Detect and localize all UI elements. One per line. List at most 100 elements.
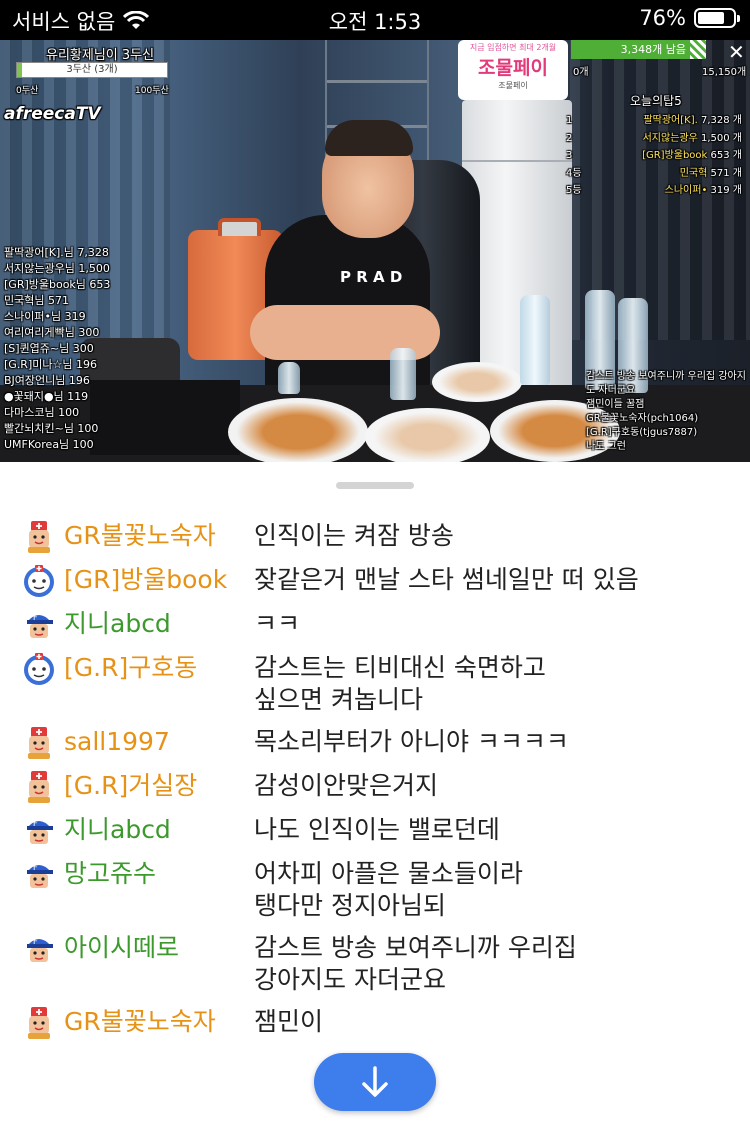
chat-message[interactable]: GR불꽃노숙자 인직이는 켜잠 방송 (0, 510, 750, 554)
today-rank-row: 5등 스나이퍼• 319 개 (566, 182, 742, 200)
today-rank: 2 (566, 132, 573, 144)
fan-badge-icon (22, 726, 56, 760)
today-rank-name: 팔딱광어[K]. (643, 115, 701, 126)
fan-badge-icon (22, 520, 56, 554)
goal-bar-text: 3두산 (3개) (66, 64, 118, 75)
today-rank-row: 1 팔딱광어[K]. 7,328 개 (566, 112, 742, 130)
chat-message[interactable]: F 지니abcd 나도 인직이는 밸로던데 (0, 804, 750, 848)
count-min: 0개 (573, 67, 589, 78)
count-max: 15,150개 (702, 67, 747, 78)
today-rank-row: 2 서지않는광우 1,500 개 (566, 130, 742, 148)
chat-nickname[interactable]: 망고쥬수 (64, 858, 254, 890)
chat-text: 잼민이 (254, 1007, 324, 1036)
rank-entry: [GR]방울book님 653 (4, 278, 111, 291)
remaining-count-bar: 3,348개 남음 (571, 40, 706, 59)
scroll-to-bottom-button[interactable] (314, 1053, 436, 1111)
chat-text: 인직이는 켜잠 방송 (254, 521, 454, 550)
chat-text: 목소리부터가 아니야 ㅋㅋㅋㅋ (254, 727, 569, 756)
rank-entry: ●꽃돼지●님 119 (4, 390, 89, 403)
chat-nickname[interactable]: [G.R]구호동 (64, 652, 254, 684)
chat-nickname[interactable]: [G.R]거실장 (64, 770, 254, 802)
today-top5-list: 1 팔딱광어[K]. 7,328 개 2 서지않는광우 1,500 개 3 [GR]방울b… (566, 112, 742, 200)
svg-text:F: F (33, 613, 38, 622)
cap-avatar-icon: F (22, 932, 56, 966)
food-plate (365, 408, 490, 462)
chat-nickname[interactable]: 아이시떼로 (64, 932, 254, 964)
goal-max: 100두산 (135, 86, 169, 96)
promo-sub: 조물페이 (498, 81, 528, 90)
chat-nickname[interactable]: [GR]방울book (64, 564, 254, 596)
goal-min: 0두산 (16, 86, 39, 96)
live-video-player[interactable]: P R A D 유리황제님이 3두신 3두산 (3개) 0두산 100두산 af… (0, 40, 750, 462)
promo-title: 조물페이 (478, 57, 548, 79)
clock: 오전 1:53 (328, 10, 422, 34)
today-rank-name: 스나이퍼• (664, 185, 711, 196)
overlay-chat-line: GR불꽃노숙자(pch1064) (586, 413, 699, 424)
clock-badge-icon (22, 652, 56, 686)
goal-progress-bar: 3두산 (3개) (16, 62, 168, 78)
chat-text: 감스트 방송 보여주니까 우리집 강아지도 자더군요 (254, 933, 577, 994)
overlay-chat-line: 감스트 방송 보여주니까 우리집 강아지도 자더군요 (586, 371, 746, 396)
chat-text: 나도 인직이는 밸로던데 (254, 815, 500, 844)
streamer-hair (325, 120, 413, 156)
chat-list[interactable]: GR불꽃노숙자 인직이는 켜잠 방송 [GR]방울book 잦같은거 맨날 스타 썸네… (0, 510, 750, 1040)
afreecatv-logo: afreecaTV (4, 104, 101, 124)
overlay-chat: 감스트 방송 보여주니까 우리집 강아지도 자더군요잼민이들 꿀잼 GR불꽃노숙자… (586, 370, 746, 454)
rank-entry: [G.R]미나☆님 196 (4, 358, 97, 371)
svg-text:F: F (33, 863, 38, 872)
chat-text: 감스트는 티비대신 숙면하고 싶으면 켜놉니다 (254, 653, 546, 714)
today-rank-value: 7,328 개 (700, 115, 742, 126)
rank-entry: 여리여리게빡님 300 (4, 326, 100, 339)
overlay-chat-line: [G.R]구호동(tjgus7887) (586, 427, 698, 438)
clock-badge-icon (22, 564, 56, 598)
battery-percent: 76% (639, 6, 686, 30)
glass (390, 348, 416, 400)
chat-message[interactable]: [G.R]거실장 감성이안맞은거지 (0, 760, 750, 804)
today-rank: 4등 (566, 167, 582, 179)
chat-nickname[interactable]: sall1997 (64, 726, 254, 758)
food-bowl (432, 362, 522, 402)
rank-entry: 다마스코님 100 (4, 406, 80, 419)
chat-nickname[interactable]: 지니abcd (64, 814, 254, 846)
rank-entry: BJ여장언니님 196 (4, 374, 90, 387)
today-rank: 5등 (566, 185, 582, 196)
cap-avatar-icon: F (22, 608, 56, 642)
chat-message[interactable]: F 지니abcd ㅋㅋ (0, 598, 750, 642)
rank-entry: [S]퀸엽쥬~님 300 (4, 342, 94, 355)
chat-message[interactable]: [G.R]구호동 감스트는 티비대신 숙면하고 싶으면 켜놉니다 (0, 642, 750, 716)
battery-icon (694, 8, 740, 28)
cap-avatar-icon: F (22, 858, 56, 892)
chat-message[interactable]: F 아이시떼로 감스트 방송 보여주니까 우리집 강아지도 자더군요 (0, 922, 750, 996)
rank-entry: 스나이퍼•님 319 (4, 310, 86, 323)
glass (278, 362, 300, 394)
chat-message[interactable]: GR불꽃노숙자 잼민이 (0, 996, 750, 1040)
rank-entry: 민국혁님 571 (4, 294, 69, 307)
promo-banner: 지금 입점하면 최대 2개월 조물페이 조물페이 (458, 40, 568, 100)
today-rank-value: 571 개 (710, 167, 742, 179)
today-rank: 1 (566, 115, 573, 126)
today-top5-title: 오늘의탑5 (630, 94, 682, 108)
today-rank-value: 319 개 (710, 185, 742, 196)
arrow-down-icon (362, 1066, 388, 1097)
chat-text: ㅋㅋ (254, 609, 301, 638)
chat-message[interactable]: sall1997 목소리부터가 아니야 ㅋㅋㅋㅋ (0, 716, 750, 760)
close-icon[interactable]: ✕ (728, 40, 745, 64)
svg-text:F: F (33, 819, 38, 828)
chat-nickname[interactable]: GR불꽃노숙자 (64, 520, 254, 552)
chat-nickname[interactable]: GR불꽃노숙자 (64, 1006, 254, 1038)
battery-area: 76% (639, 6, 740, 30)
chat-nickname[interactable]: 지니abcd (64, 608, 254, 640)
today-rank-name: [GR]방울book (642, 150, 711, 161)
chat-message[interactable]: [GR]방울book 잦같은거 맨날 스타 썸네일만 떠 있음 (0, 554, 750, 598)
left-rank-list: 팔딱광어[K].님 7,328 서지않는광우님 1,500 [GR]방울book님 … (4, 245, 110, 453)
today-rank-row: 4등 민국혁 571 개 (566, 165, 742, 183)
today-rank-row: 3 [GR]방울book 653 개 (566, 147, 742, 165)
today-rank-name: 민국혁 (679, 167, 711, 179)
overlay-chat-line: 잼민이들 꿀잼 (586, 399, 645, 410)
drag-handle[interactable] (336, 482, 414, 489)
chat-message[interactable]: F 망고쥬수 어차피 아플은 물소들이라 탱다만 정지아님되 (0, 848, 750, 922)
rank-entry: UMFKorea님 100 (4, 438, 94, 451)
fan-badge-icon (22, 1006, 56, 1040)
cap-avatar-icon: F (22, 814, 56, 848)
bottle (520, 295, 550, 385)
